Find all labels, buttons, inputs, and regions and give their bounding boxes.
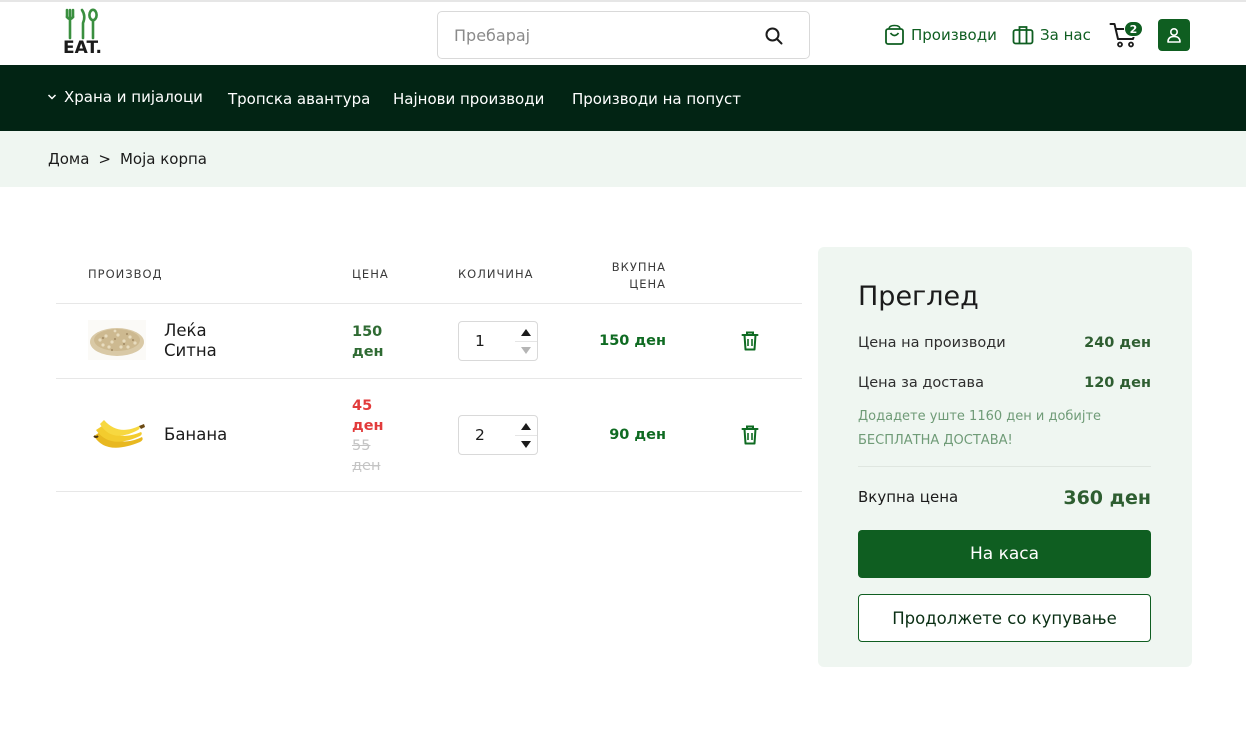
table-divider <box>56 491 802 492</box>
continue-shopping-button[interactable]: Продолжете со купување <box>858 594 1151 642</box>
triangle-down-icon <box>521 441 531 448</box>
triangle-down-icon <box>521 347 531 354</box>
products-price-row: Цена на производи 240 ден <box>858 335 1151 351</box>
sale-price-amount: 45 <box>352 398 373 414</box>
cart-count-badge: 2 <box>1124 21 1143 37</box>
sale-price-currency: ден <box>352 418 384 434</box>
trash-icon[interactable] <box>741 331 759 351</box>
triangle-up-icon <box>521 422 531 430</box>
product-name[interactable]: Банана <box>164 425 227 445</box>
triangle-up-icon <box>521 328 531 336</box>
quantity-decrease-button[interactable] <box>515 341 537 359</box>
search-box[interactable] <box>437 11 810 59</box>
quantity-increase-button[interactable] <box>515 323 537 341</box>
trash-icon[interactable] <box>741 425 759 445</box>
quantity-stepper[interactable]: 2 <box>458 415 538 455</box>
menu-item-newest[interactable]: Најнови производи <box>393 90 544 108</box>
summary-title: Преглед <box>858 281 979 312</box>
nav-about-label: За нас <box>1040 26 1091 44</box>
delivery-price-row: Цена за достава 120 ден <box>858 375 1151 391</box>
nav-products-link[interactable]: Производи <box>884 22 997 48</box>
user-icon <box>1167 27 1181 43</box>
column-header-quantity: КОЛИЧИНА <box>458 267 534 281</box>
breadcrumb-home[interactable]: Дома <box>48 150 89 168</box>
line-total: 150 ден <box>599 333 666 349</box>
menu-item-discounted[interactable]: Производи на попуст <box>572 90 741 108</box>
top-header: EAT. Производи За нас 2 <box>0 0 1246 65</box>
total-price-row: Вкупна цена 360 ден <box>858 487 1151 509</box>
product-name-line2: Ситна <box>164 341 217 360</box>
menu-item-tropical[interactable]: Тропска авантура <box>228 90 370 108</box>
quantity-increase-button[interactable] <box>515 417 537 435</box>
search-icon[interactable] <box>764 26 784 46</box>
delivery-price-label: Цена за достава <box>858 375 984 391</box>
column-header-total-line1: ВКУПНА <box>611 260 666 274</box>
search-input[interactable] <box>454 23 754 47</box>
original-price-currency: ден <box>352 458 381 474</box>
sale-price: 45 ден <box>352 396 392 436</box>
table-divider <box>56 378 802 379</box>
breadcrumb-bar: Дома > Моја корпа <box>0 131 1246 187</box>
delivery-price-value: 120 ден <box>1084 375 1151 391</box>
nav-products-label: Производи <box>911 26 997 44</box>
quantity-decrease-button[interactable] <box>515 435 537 453</box>
column-header-total: ВКУПНА ЦЕНА <box>590 259 666 293</box>
total-price-value: 360 ден <box>1063 487 1151 509</box>
menu-item-food-drinks[interactable]: Храна и пијалоци <box>47 88 203 106</box>
line-total: 90 ден <box>609 427 666 443</box>
category-menu: Храна и пијалоци Тропска авантура Најнов… <box>0 65 1246 131</box>
checkout-button[interactable]: На каса <box>858 530 1151 578</box>
original-price-amount: 55 <box>352 438 371 454</box>
summary-divider <box>858 466 1151 467</box>
product-image-lentils[interactable] <box>88 320 146 360</box>
column-header-price: ЦЕНА <box>352 267 389 281</box>
product-image-banana[interactable] <box>90 412 146 458</box>
product-name[interactable]: Леќа Ситна <box>164 321 217 361</box>
product-name-line1: Леќа <box>164 321 207 340</box>
table-divider <box>56 303 802 304</box>
quantity-value[interactable]: 1 <box>475 332 485 350</box>
logo-text: EAT. <box>63 38 102 58</box>
nav-about-link[interactable]: За нас <box>1012 22 1091 48</box>
quantity-stepper[interactable]: 1 <box>458 321 538 361</box>
briefcase-icon <box>1012 26 1034 45</box>
total-price-label: Вкупна цена <box>858 488 959 506</box>
price-amount: 150 <box>352 324 383 340</box>
original-price: 55 ден <box>352 436 392 476</box>
chevron-down-icon <box>47 94 57 100</box>
breadcrumb: Дома > Моја корпа <box>48 150 207 168</box>
quantity-value[interactable]: 2 <box>475 426 485 444</box>
account-button[interactable] <box>1158 19 1190 51</box>
breadcrumb-current: Моја корпа <box>119 150 207 168</box>
unit-price: 150 ден <box>352 322 392 362</box>
products-price-value: 240 ден <box>1084 335 1151 351</box>
products-price-label: Цена на производи <box>858 335 1006 351</box>
price-currency: ден <box>352 344 384 360</box>
breadcrumb-separator: > <box>98 150 111 168</box>
order-summary-panel: Преглед Цена на производи 240 ден Цена з… <box>818 247 1192 667</box>
shopping-bag-icon <box>885 24 904 45</box>
column-header-product: ПРОИЗВОД <box>88 267 163 281</box>
column-header-total-line2: ЦЕНА <box>629 277 666 291</box>
free-delivery-note: Додадете уште 1160 ден и добијте БЕСПЛАТ… <box>858 409 1102 448</box>
menu-item-label: Храна и пијалоци <box>64 88 203 106</box>
